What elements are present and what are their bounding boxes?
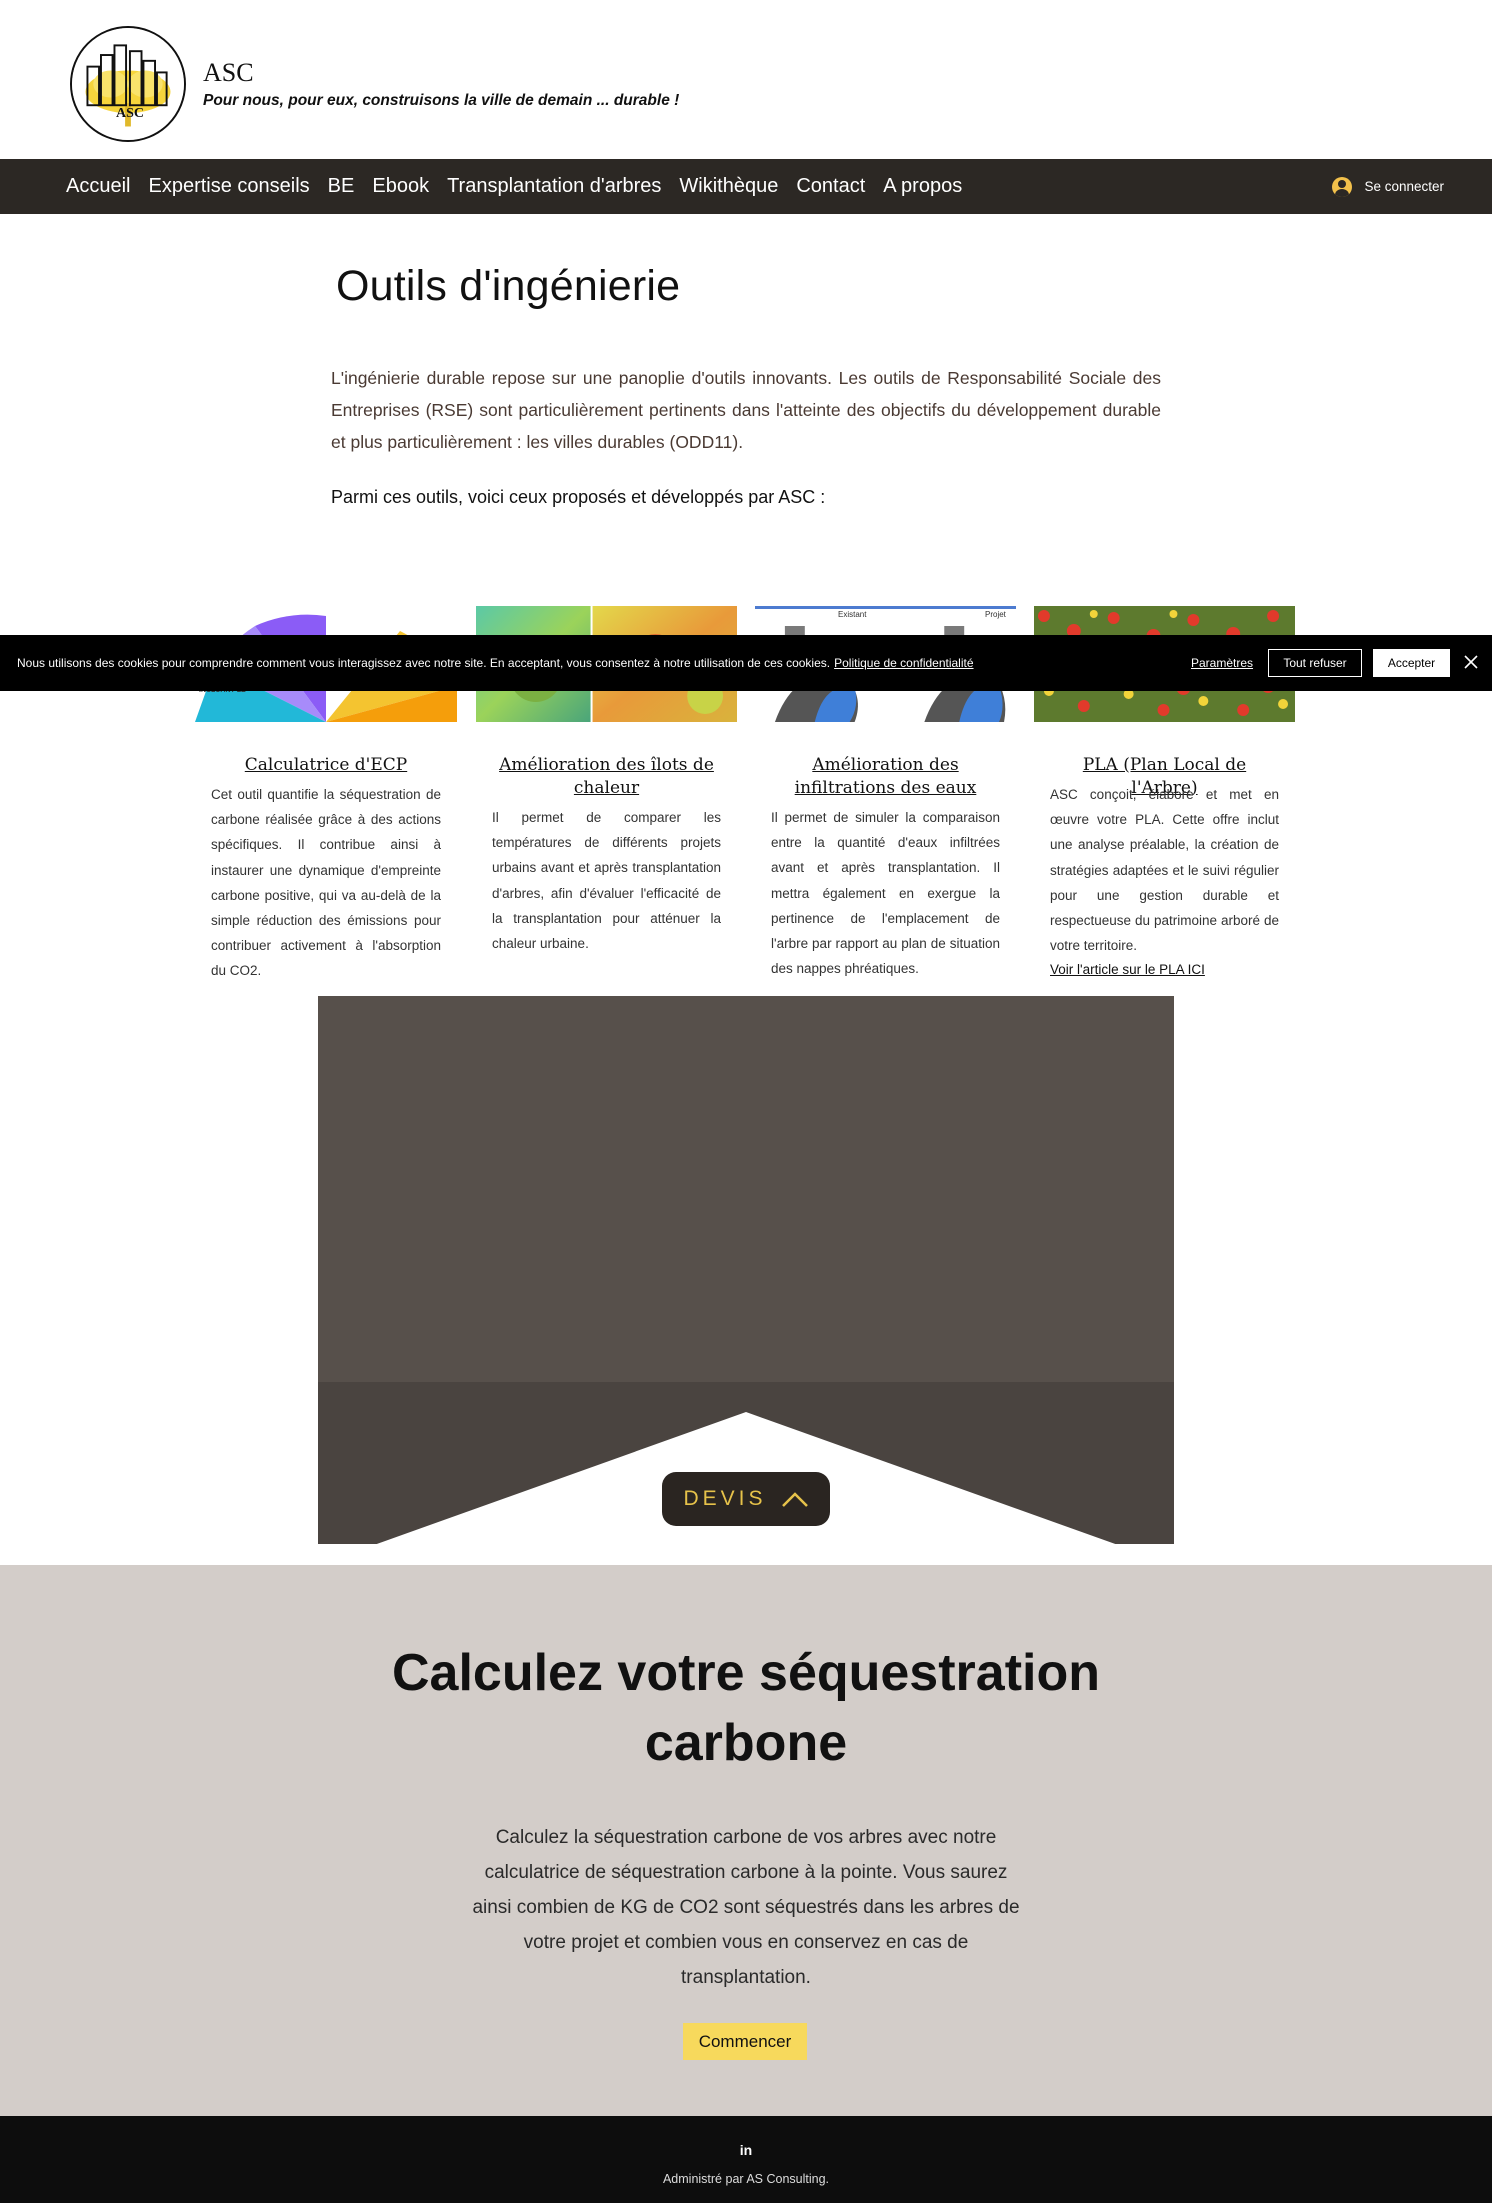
nav-item-wikitheque[interactable]: Wikithèque [679, 175, 778, 198]
site-header: ASC ASC Pour nous, pour eux, construison… [0, 0, 1492, 159]
login-button[interactable]: Se connecter [1332, 159, 1444, 214]
calculator-text: Calculez la séquestration carbone de vos… [472, 1827, 1020, 1988]
privacy-policy-link[interactable]: Politique de confidentialité [834, 656, 973, 670]
image-label-projet: Projet [985, 610, 1006, 619]
main-nav: Accueil Expertise conseils BE Ebook Tran… [0, 159, 1492, 214]
card-description: ASC conçoit, élabore et met en œuvre vot… [1050, 787, 1279, 954]
intro-subtitle: Parmi ces outils, voici ceux proposés et… [331, 487, 826, 507]
nav-item-contact[interactable]: Contact [796, 175, 865, 198]
cookie-banner: Nous utilisons des cookies pour comprend… [0, 635, 1492, 691]
linkedin-icon[interactable]: in [738, 2142, 754, 2158]
asc-logo[interactable]: ASC [70, 26, 186, 142]
card-title[interactable]: Calculatrice d'ECP [195, 754, 457, 777]
brand-tagline: Pour nous, pour eux, construisons la vil… [203, 92, 680, 109]
intro-paragraph: L'ingénierie durable repose sur une pano… [331, 368, 1161, 452]
card-title[interactable]: Amélioration des îlots de chaleur [476, 754, 737, 800]
user-avatar-icon [1332, 176, 1353, 197]
nav-item-transplantation[interactable]: Transplantation d'arbres [447, 175, 661, 198]
login-label: Se connecter [1364, 179, 1444, 194]
pla-article-link[interactable]: Voir l'article sur le PLA ICI [1050, 962, 1205, 977]
accept-button[interactable]: Accepter [1373, 649, 1450, 677]
devis-button[interactable]: DEVIS [662, 1472, 830, 1526]
devis-label: DEVIS [683, 1487, 767, 1510]
nav-item-ebook[interactable]: Ebook [372, 175, 429, 198]
nav-item-accueil[interactable]: Accueil [66, 175, 130, 198]
nav-item-a-propos[interactable]: A propos [883, 175, 962, 198]
card-description: Cet outil quantifie la séquestration de … [211, 787, 441, 979]
chevron-up-icon [781, 1492, 808, 1507]
calculator-title: Calculez votre séquestration carbone [392, 1644, 1100, 1772]
card-description: Il permet de simuler la comparaison entr… [771, 810, 1000, 977]
commencer-button[interactable]: Commencer [683, 2023, 807, 2060]
cookie-message: Nous utilisons des cookies pour comprend… [17, 656, 831, 670]
footer-text: Administré par AS Consulting. [662, 2172, 830, 2186]
card-title[interactable]: Amélioration des infiltrations des eaux [755, 754, 1016, 800]
logo-text: ASC [115, 106, 144, 121]
brand-name[interactable]: ASC [203, 58, 254, 88]
image-label-existant: Existant [838, 610, 867, 619]
nav-item-expertise-conseils[interactable]: Expertise conseils [148, 175, 309, 198]
nav-item-be[interactable]: BE [328, 175, 355, 198]
close-icon[interactable] [1462, 653, 1480, 671]
cookie-settings-link[interactable]: Paramètres [1191, 635, 1253, 691]
card-description: Il permet de comparer les températures d… [492, 810, 721, 952]
page-title: Outils d'ingénierie [336, 262, 681, 310]
site-footer [0, 2116, 1492, 2203]
refuse-all-button[interactable]: Tout refuser [1268, 649, 1362, 677]
